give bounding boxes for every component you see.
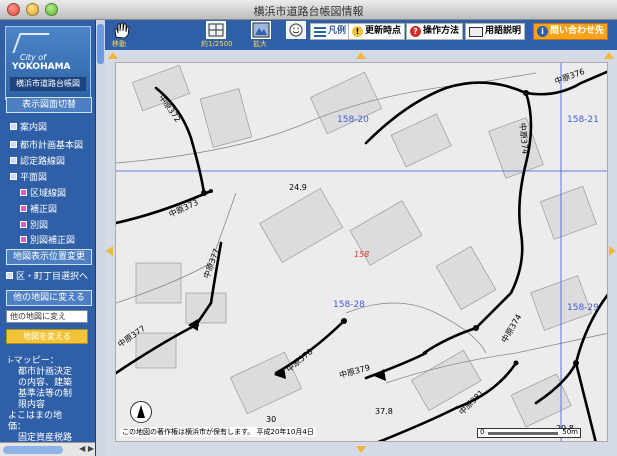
grid-map-icon (206, 21, 226, 39)
sidebar-info-text: i-マッピー： 都市計画決定 の内容、建築 基準法等の制 限内容 よこはまの地 … (8, 356, 88, 444)
sheet-label: 158-21 (567, 115, 599, 125)
square-bullet-icon (10, 157, 17, 164)
zoom-in-label: 拡大 (253, 40, 267, 48)
info-line: 限内容 (18, 400, 46, 410)
map-position-change-button[interactable]: 地図表示位置変更 (6, 249, 92, 265)
sidebar-link-city-planning-map[interactable]: 都市計画基本図 (10, 138, 83, 151)
yokohama-logo[interactable]: City of YOKOHAMA 横浜市道路台帳図 (5, 26, 91, 100)
hand-icon (111, 21, 131, 39)
sidebar-vertical-scrollbar[interactable] (96, 20, 105, 456)
square-bullet-icon (20, 189, 27, 196)
square-bullet-icon (20, 205, 27, 212)
sidebar-link-plan-map[interactable]: 平面図 (10, 170, 47, 183)
square-bullet-icon (20, 236, 27, 243)
map-frame: 158-20 158-21 158-28 158-29 158 24.9 37.… (105, 50, 617, 456)
pan-right-arrow-icon[interactable] (609, 246, 616, 256)
pan-down-arrow-icon[interactable] (356, 446, 366, 453)
glossary-label: 用語説明 (485, 26, 522, 36)
scroll-thumb[interactable] (3, 446, 63, 454)
pan-up-right-arrow-icon[interactable] (604, 52, 614, 59)
ward-select-link[interactable]: 区・町丁目選択へ (6, 269, 88, 282)
copyright-notice: この地図の著作権は横浜市が保有します。 平成20年10月4日 (120, 427, 316, 437)
window-title: 横浜市道路台帳図情報 (253, 5, 364, 18)
scale-bar-graphic (488, 432, 558, 435)
legend-label: 凡例 (328, 26, 347, 36)
change-map-button[interactable]: 地図を変える (6, 329, 88, 344)
ilmappy-link[interactable]: i-マッピー： (8, 356, 59, 366)
info-icon: i (537, 26, 548, 37)
map-toolbar: 移動 約1/2500 拡大 凡例 ! 更新時点 ? 操作方法 用語説明 i 問い… (105, 20, 617, 50)
update-label: 更新時点 (365, 26, 402, 36)
sidebar-link-label: 認定路線図 (20, 157, 66, 167)
sidebar-link-label: 案内図 (20, 123, 48, 133)
square-bullet-icon (10, 173, 17, 180)
logo-name-text: YOKOHAMA (12, 62, 71, 72)
sidebar-sublink-correction[interactable]: 補正図 (20, 202, 57, 215)
kokohama-link[interactable]: よこはまの地 (8, 411, 62, 421)
sidebar-link-label: 平面図 (20, 173, 48, 183)
info-line: 基準法等の制 (18, 389, 73, 399)
title-bar: 横浜市道路台帳図情報 (0, 0, 617, 20)
update-time-button[interactable]: ! 更新時点 (348, 23, 406, 40)
sidebar-sublink-label: 補正図 (30, 205, 58, 215)
elevation-label: 37.8 (375, 407, 393, 416)
contact-button[interactable]: i 問い合わせ先 (533, 23, 609, 40)
scale-zero: 0 (480, 428, 485, 436)
sheet-label: 158-28 (333, 300, 365, 310)
logo-city-text: City of (20, 53, 46, 62)
ward-select-label: 区・町丁目選択へ (16, 272, 89, 282)
sidebar: City of YOKOHAMA 横浜市道路台帳図 表示図面切替 案内図 都市計… (0, 20, 96, 456)
sidebar-sublink-label: 別図 (30, 221, 49, 231)
sidebar-link-guide-map[interactable]: 案内図 (10, 120, 47, 133)
road-map-canvas[interactable]: 158-20 158-21 158-28 158-29 158 24.9 37.… (115, 62, 608, 442)
sheet-label: 158-20 (337, 115, 369, 125)
pan-up-arrow-icon[interactable] (356, 52, 366, 59)
info-line: 都市計画決定 (18, 367, 73, 377)
move-label: 移動 (112, 40, 126, 48)
legend-icon (314, 26, 326, 37)
contact-label: 問い合わせ先 (550, 26, 605, 36)
logo-wave-icon (12, 33, 50, 53)
square-bullet-icon (20, 221, 27, 228)
how-to-button[interactable]: ? 操作方法 (406, 23, 464, 40)
pan-up-left-arrow-icon[interactable] (108, 52, 118, 59)
book-icon (469, 26, 483, 37)
glossary-button[interactable]: 用語説明 (465, 23, 526, 40)
sheet-label: 158-29 (567, 303, 599, 313)
vertical-scroll-thumb[interactable] (97, 24, 104, 64)
sidebar-sublink-label: 別図補正図 (30, 236, 76, 246)
center-sheet-label: 158 (354, 250, 370, 259)
how-to-label: 操作方法 (423, 26, 460, 36)
exclamation-icon: ! (352, 26, 363, 37)
square-bullet-icon (6, 272, 13, 279)
square-bullet-icon (10, 141, 17, 148)
logo-subtitle: 横浜市道路台帳図 (10, 77, 86, 91)
sidebar-horizontal-scrollbar[interactable]: ◀ ▶ (0, 442, 95, 456)
scroll-arrows-icon[interactable]: ◀ ▶ (79, 444, 94, 453)
kokohama-link-2: 価： (8, 422, 27, 432)
sidebar-sublink-label: 区域線図 (30, 189, 67, 199)
smiley-icon (286, 21, 306, 39)
elevation-label: 30 (266, 415, 277, 424)
square-bullet-icon (10, 123, 17, 130)
switch-map-type-button[interactable]: 表示図面切替 (6, 97, 92, 113)
sidebar-sublink-boundary[interactable]: 区域線図 (20, 186, 66, 199)
scale-bar: 0 50m (477, 428, 581, 438)
zoom-in-map-icon (251, 21, 271, 39)
sidebar-sublink-separate[interactable]: 別図 (20, 218, 48, 231)
sidebar-link-route-map[interactable]: 認定路線図 (10, 154, 65, 167)
scale-max: 50m (562, 428, 578, 436)
scale-label: 約1/2500 (201, 40, 233, 48)
info-line: の内容、建築 (18, 378, 73, 388)
north-arrow-icon (130, 401, 152, 423)
other-map-select[interactable]: 他の地図に変え (6, 310, 88, 323)
sidebar-link-label: 都市計画基本図 (20, 141, 84, 151)
elevation-label: 24.9 (289, 183, 307, 192)
other-map-button[interactable]: 他の地図に変える (6, 290, 92, 306)
sidebar-sublink-separate-correction[interactable]: 別図補正図 (20, 233, 75, 246)
pan-left-arrow-icon[interactable] (106, 246, 113, 256)
legend-button[interactable]: 凡例 (310, 23, 351, 40)
question-icon: ? (410, 26, 421, 37)
